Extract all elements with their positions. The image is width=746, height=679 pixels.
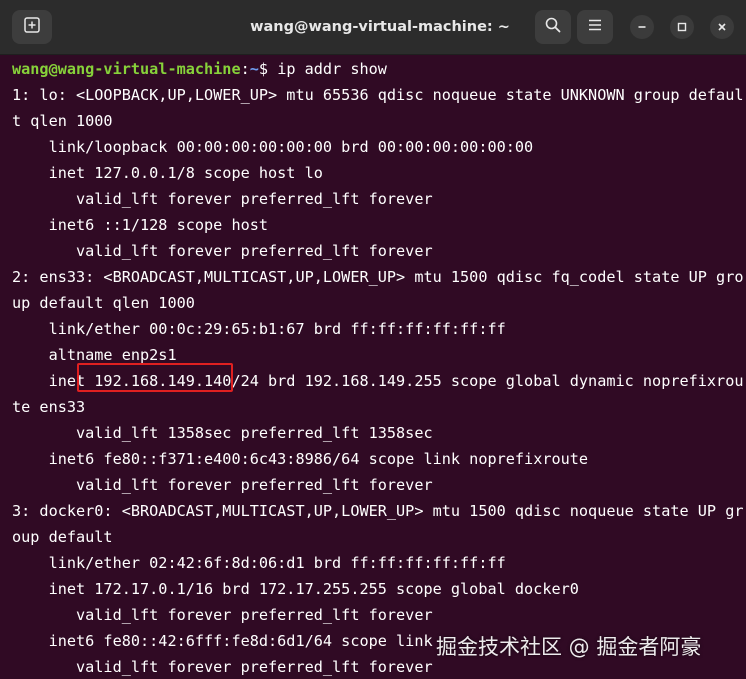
output-line: inet6 fe80::f371:e400:6c43:8986/64 scope… (12, 450, 589, 468)
output-line: valid_lft forever preferred_lft forever (12, 190, 433, 208)
ip-address-highlight-box (77, 363, 233, 392)
minimize-icon (636, 18, 648, 37)
output-line: inet6 ::1/128 scope host (12, 216, 269, 234)
output-line: valid_lft forever preferred_lft forever (12, 606, 433, 624)
window-title: wang@wang-virtual-machine: ~ (250, 19, 510, 35)
hamburger-menu-icon (587, 17, 603, 37)
menu-button[interactable] (577, 10, 613, 44)
output-line: 1: lo: <LOOPBACK,UP,LOWER_UP> mtu 65536 … (12, 86, 744, 104)
new-tab-icon (23, 16, 41, 38)
output-line: link/ether 02:42:6f:8d:06:d1 brd ff:ff:f… (12, 554, 506, 572)
prompt-symbol: $ (258, 60, 278, 78)
search-icon (544, 16, 562, 38)
title-bar: wang@wang-virtual-machine: ~ (0, 0, 746, 55)
new-tab-button[interactable] (12, 10, 52, 44)
output-line: link/ether 00:0c:29:65:b1:67 brd ff:ff:f… (12, 320, 506, 338)
output-line: t qlen 1000 (12, 112, 113, 130)
prompt-line: wang@wang-virtual-machine:~$ ip addr sho… (12, 56, 744, 82)
prompt-command: ip addr show (277, 60, 387, 78)
terminal-output-area[interactable]: wang@wang-virtual-machine:~$ ip addr sho… (0, 55, 746, 679)
output-line: valid_lft 1358sec preferred_lft 1358sec (12, 424, 433, 442)
maximize-icon (676, 18, 688, 37)
output-line: 2: ens33: <BROADCAST,MULTICAST,UP,LOWER_… (12, 268, 744, 286)
close-icon (716, 18, 728, 37)
terminal-window: wang@wang-virtual-machine: ~ wang@wang-v… (0, 0, 746, 679)
output-line: inet 172.17.0.1/16 brd 172.17.255.255 sc… (12, 580, 579, 598)
minimize-button[interactable] (630, 15, 654, 39)
output-line: valid_lft forever preferred_lft forever (12, 476, 433, 494)
output-line: oup default (12, 528, 113, 546)
prompt-separator: : (240, 60, 250, 78)
search-button[interactable] (535, 10, 571, 44)
output-line: link/loopback 00:00:00:00:00:00 brd 00:0… (12, 138, 534, 156)
close-button[interactable] (710, 15, 734, 39)
output-line: 3: docker0: <BROADCAST,MULTICAST,UP,LOWE… (12, 502, 744, 520)
output-line: te ens33 (12, 398, 86, 416)
maximize-button[interactable] (670, 15, 694, 39)
watermark: 掘金技术社区 @ 掘金者阿豪 (436, 635, 702, 659)
prompt-path: ~ (249, 60, 259, 78)
output-line: up default qlen 1000 (12, 294, 195, 312)
output-line: valid_lft forever preferred_lft forever (12, 242, 433, 260)
prompt-user-host: wang@wang-virtual-machine (12, 60, 241, 78)
output-line: inet 127.0.0.1/8 scope host lo (12, 164, 323, 182)
